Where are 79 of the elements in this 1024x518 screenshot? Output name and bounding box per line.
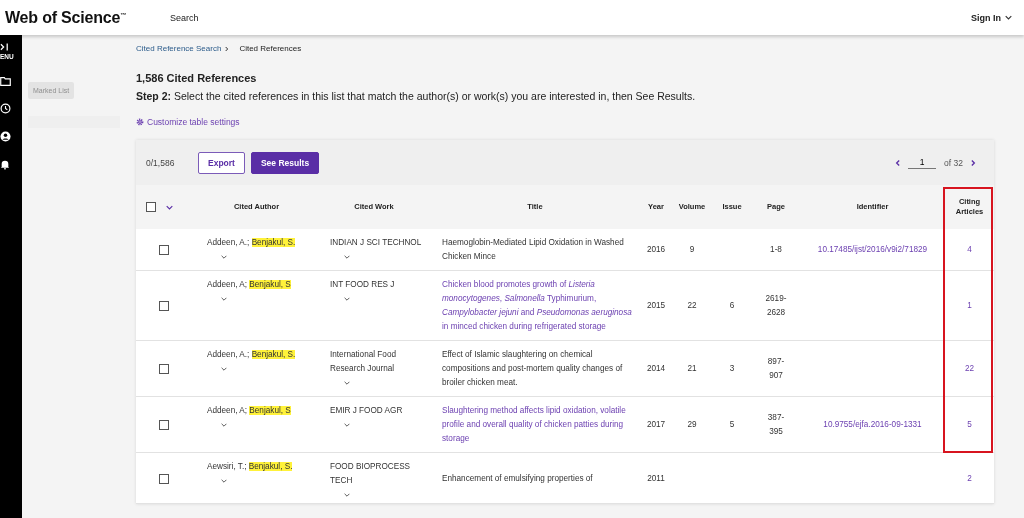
- table-cell-text: 5: [729, 419, 735, 431]
- results-heading: 1,586 Cited References: [136, 72, 258, 84]
- chevron-down-icon[interactable]: [344, 493, 350, 497]
- title-text: Haemoglobin-Mediated Lipid Oxidation in Washed Chicken Mince: [442, 237, 625, 263]
- citing-count-link[interactable]: 1: [967, 299, 972, 313]
- table-cell-text: 6: [729, 300, 735, 312]
- breadcrumb-current: Cited References: [239, 44, 302, 53]
- select-all-checkbox[interactable]: [146, 202, 156, 212]
- next-page-icon[interactable]: [971, 158, 976, 167]
- table-cell-text: 897-907: [766, 356, 786, 382]
- customize-label[interactable]: Customize table settings: [147, 117, 240, 127]
- chevron-down-icon[interactable]: [344, 423, 350, 427]
- chevron-down-icon: [1005, 15, 1012, 20]
- table-cell-text: 29: [687, 419, 697, 431]
- chevron-down-icon[interactable]: [221, 255, 227, 259]
- folder-icon[interactable]: [0, 77, 11, 86]
- title-link[interactable]: Chicken blood promotes growth of Listeria monocytogenes, Salmonella Typhimurium, Campylobacter jejuni and Pseudomonas aeruginosa in minced chicken during refrigerated storage: [442, 278, 634, 334]
- chevron-down-icon[interactable]: [221, 297, 227, 301]
- chevron-down-icon[interactable]: [221, 367, 227, 371]
- citing-count-link[interactable]: 2: [967, 471, 972, 486]
- table-cell-text: 2016: [646, 244, 666, 256]
- table-cell-text: 9: [689, 244, 695, 256]
- cited-work-text: EMIR J FOOD AGR: [330, 405, 404, 417]
- collapse-icon[interactable]: [0, 43, 9, 51]
- customize-table-link[interactable]: Customize table settings: [136, 117, 1024, 127]
- title-link[interactable]: Slaughtering method affects lipid oxidation, volatile profile and overall quality of chicken patties during storage: [442, 404, 634, 446]
- search-nav-link[interactable]: Search: [170, 12, 199, 23]
- previous-page-icon[interactable]: [895, 158, 901, 167]
- table-cell-text: 2015: [646, 300, 666, 312]
- row-checkbox[interactable]: [159, 473, 169, 484]
- bell-icon[interactable]: [0, 159, 10, 170]
- user-icon[interactable]: [0, 131, 11, 142]
- author-text: Addeen, A; Benjakul, S: [207, 279, 292, 291]
- title-text: Enhancement of emulsifying properties of: [442, 472, 594, 485]
- chevron-down-icon[interactable]: [221, 423, 227, 427]
- row-checkbox[interactable]: [159, 420, 169, 430]
- table-cell-text: 3: [729, 363, 735, 375]
- table-cell-text: 22: [687, 300, 697, 312]
- table-cell-text: 2014: [646, 363, 666, 375]
- table-cell-text: 2619-2628: [764, 293, 788, 319]
- author-text: Addeen, A.; Benjakul, S.: [207, 349, 297, 361]
- table-cell-text: 2011: [647, 472, 665, 485]
- page-total: of 32: [944, 157, 963, 168]
- cited-work-text: INDIAN J SCI TECHNOL: [330, 237, 423, 249]
- logo[interactable]: Web of Science$^{™}$: [5, 8, 126, 27]
- citing-count-link[interactable]: 5: [967, 418, 972, 432]
- author-text: Addeen, A.; Benjakul, S.: [207, 237, 297, 249]
- chevron-down-icon[interactable]: [221, 479, 227, 483]
- citing-count-link[interactable]: 4: [967, 243, 972, 257]
- history-icon[interactable]: [0, 103, 11, 114]
- chevron-down-icon[interactable]: [344, 381, 350, 385]
- sign-in-link[interactable]: Sign In: [971, 12, 1012, 23]
- citing-count-link[interactable]: 22: [964, 362, 975, 376]
- author-text: Aewsiri, T.; Benjakul, S.: [207, 461, 294, 473]
- page-number-field[interactable]: 1: [908, 156, 937, 169]
- table-cell-text: 2017: [646, 419, 666, 431]
- cited-work-text: INT FOOD RES J: [330, 279, 396, 291]
- author-text: Addeen, A; Benjakul, S: [207, 405, 292, 417]
- identifier-link[interactable]: 10.17485/ijst/2016/v9i2/71829: [817, 243, 928, 257]
- table-cell-text: 1-8: [770, 244, 782, 256]
- cited-work-text: International Food Research Journal: [330, 349, 397, 375]
- chevron-right-icon: [225, 45, 230, 52]
- row-checkbox[interactable]: [159, 301, 169, 311]
- breadcrumb-link[interactable]: Cited Reference Search: [136, 44, 222, 53]
- row-checkbox[interactable]: [159, 364, 169, 374]
- row-checkbox[interactable]: [159, 245, 169, 255]
- instruction-text: Step 2: Select the cited references in this list that match the author(s) or work(s) you are interested in, then See Results.: [136, 90, 697, 102]
- table-cell-text: 21: [687, 363, 697, 375]
- chevron-down-icon[interactable]: [166, 204, 173, 210]
- chevron-down-icon[interactable]: [344, 297, 350, 301]
- selection-count: 0/1,586: [146, 157, 176, 168]
- see-results-button[interactable]: See Results: [250, 151, 320, 174]
- title-text: Effect of Islamic slaughtering on chemical compositions and post-mortem quality changes of broiler chicken meat.: [442, 349, 624, 389]
- settings-icon: [136, 118, 144, 126]
- identifier-link[interactable]: 10.9755/ejfa.2016-09-1331: [823, 418, 922, 432]
- export-button[interactable]: Export: [198, 151, 245, 174]
- table-cell-text: 387-395: [766, 412, 786, 438]
- chevron-down-icon[interactable]: [344, 255, 350, 259]
- cited-work-text: FOOD BIOPROCESS TECH: [330, 461, 412, 487]
